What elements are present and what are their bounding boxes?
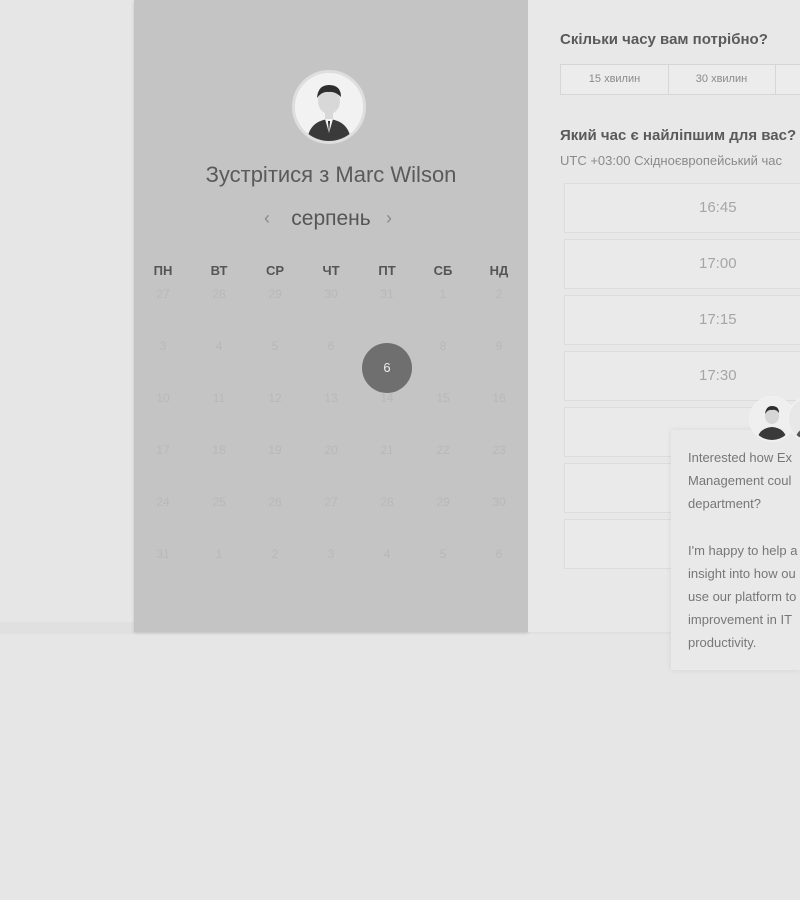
calendar-day[interactable]: 12 bbox=[255, 391, 295, 405]
calendar-day-selected[interactable]: 6 bbox=[362, 343, 412, 393]
chat-message-line: use our platform to bbox=[688, 589, 797, 604]
duration-option-15[interactable]: 15 хвилин bbox=[561, 65, 669, 94]
chat-message-line: improvement in IT bbox=[688, 612, 793, 627]
calendar-day[interactable]: 26 bbox=[255, 495, 295, 509]
timezone-label[interactable]: UTC +03:00 Східноєвропейський час bbox=[560, 153, 782, 168]
calendar-day[interactable]: 19 bbox=[255, 443, 295, 457]
calendar-day[interactable]: 4 bbox=[367, 547, 407, 561]
calendar-day[interactable]: 23 bbox=[479, 443, 519, 457]
calendar-day[interactable]: 21 bbox=[367, 443, 407, 457]
time-slot[interactable]: 17:15 bbox=[564, 295, 800, 345]
calendar-day[interactable]: 2 bbox=[479, 287, 519, 301]
calendar-panel: Зустрітися з Marc Wilson ‹ серпень › ПН … bbox=[134, 0, 528, 632]
calendar-day[interactable]: 1 bbox=[199, 547, 239, 561]
calendar-day[interactable]: 11 bbox=[199, 391, 239, 405]
calendar-day[interactable]: 8 bbox=[423, 339, 463, 353]
calendar-day[interactable]: 31 bbox=[143, 547, 183, 561]
chat-message-line: I'm happy to help a bbox=[688, 543, 798, 558]
calendar-day[interactable]: 31 bbox=[367, 287, 407, 301]
calendar-day[interactable]: 27 bbox=[143, 287, 183, 301]
calendar-day[interactable]: 17 bbox=[143, 443, 183, 457]
calendar-day[interactable]: 29 bbox=[423, 495, 463, 509]
calendar-day[interactable]: 14 bbox=[367, 391, 407, 405]
calendar-day[interactable]: 5 bbox=[423, 547, 463, 561]
chat-message-line: Interested how Ex bbox=[688, 450, 793, 465]
calendar-day[interactable]: 10 bbox=[143, 391, 183, 405]
calendar-day[interactable]: 6 bbox=[479, 547, 519, 561]
time-slot[interactable]: 16:45 bbox=[564, 183, 800, 233]
calendar-day[interactable]: 15 bbox=[423, 391, 463, 405]
calendar-day[interactable]: 16 bbox=[479, 391, 519, 405]
duration-selector: 15 хвилин 30 хвилин bbox=[560, 64, 800, 95]
calendar-day[interactable]: 3 bbox=[311, 547, 351, 561]
calendar-day[interactable]: 30 bbox=[479, 495, 519, 509]
chat-message-popup[interactable]: Interested how Ex Management coul depart… bbox=[671, 430, 800, 670]
calendar-day[interactable]: 22 bbox=[423, 443, 463, 457]
time-slot[interactable]: 17:00 bbox=[564, 239, 800, 289]
duration-option-30[interactable]: 30 хвилин bbox=[668, 65, 776, 94]
duration-question: Скільки часу вам потрібно? bbox=[560, 31, 768, 48]
calendar-day[interactable]: 13 bbox=[311, 391, 351, 405]
calendar-day[interactable]: 3 bbox=[143, 339, 183, 353]
time-question: Який час є найліпшим для вас? bbox=[560, 127, 797, 144]
calendar-day[interactable]: 5 bbox=[255, 339, 295, 353]
calendar-day[interactable]: 1 bbox=[423, 287, 463, 301]
calendar-day[interactable]: 2 bbox=[255, 547, 295, 561]
chat-message-line: department? bbox=[688, 496, 761, 511]
calendar-days-grid: 27 28 29 30 31 1 2 3 4 5 6 6 8 9 10 11 12 13 14 15 16 17 18 19 2… bbox=[134, 0, 528, 632]
chat-agent-avatars[interactable] bbox=[749, 396, 800, 444]
calendar-day[interactable]: 29 bbox=[255, 287, 295, 301]
calendar-day[interactable]: 4 bbox=[199, 339, 239, 353]
chat-message-line: productivity. bbox=[688, 635, 757, 650]
calendar-day[interactable]: 20 bbox=[311, 443, 351, 457]
chat-message-line: Management coul bbox=[688, 473, 792, 488]
calendar-day[interactable]: 18 bbox=[199, 443, 239, 457]
calendar-day[interactable]: 28 bbox=[367, 495, 407, 509]
calendar-day[interactable]: 9 bbox=[479, 339, 519, 353]
chat-message-line: insight into how ou bbox=[688, 566, 796, 581]
calendar-day[interactable]: 30 bbox=[311, 287, 351, 301]
calendar-day[interactable]: 6 bbox=[311, 339, 351, 353]
calendar-day[interactable]: 28 bbox=[199, 287, 239, 301]
calendar-day[interactable]: 25 bbox=[199, 495, 239, 509]
calendar-day[interactable]: 24 bbox=[143, 495, 183, 509]
time-slot[interactable]: 17:30 bbox=[564, 351, 800, 401]
calendar-day[interactable]: 27 bbox=[311, 495, 351, 509]
